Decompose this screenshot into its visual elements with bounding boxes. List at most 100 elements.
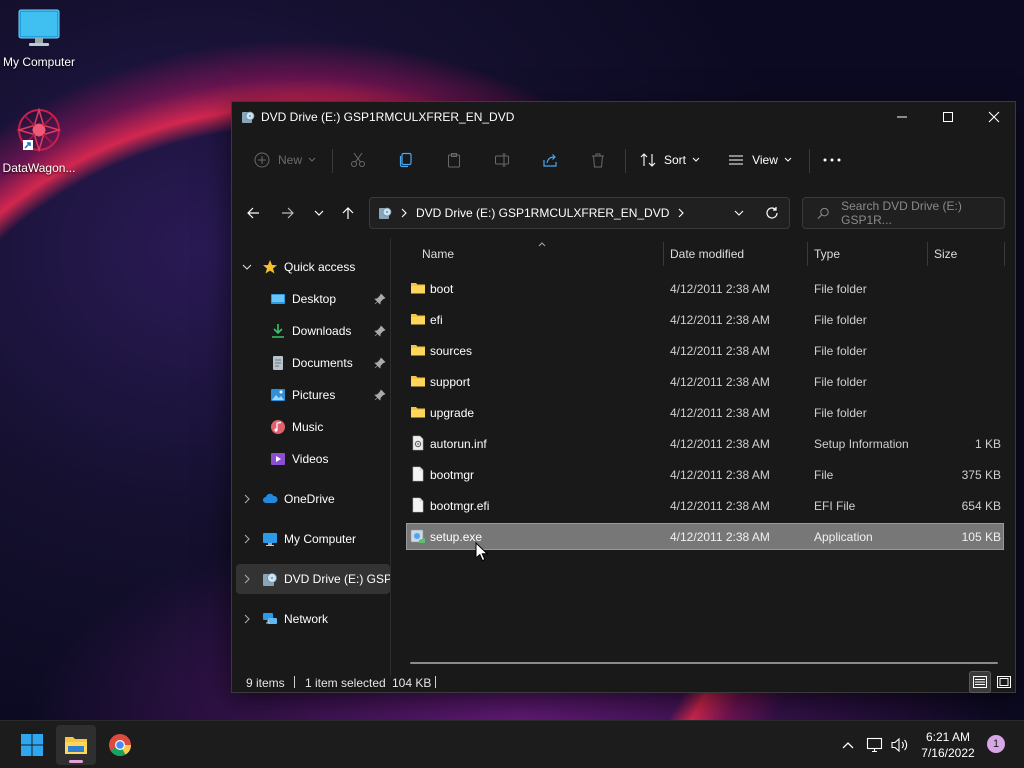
pin-icon[interactable] bbox=[374, 325, 386, 337]
file-date: 4/12/2011 2:38 AM bbox=[670, 499, 770, 513]
sidebar-item-label: Music bbox=[292, 420, 324, 434]
chevron-right-icon[interactable] bbox=[240, 612, 254, 626]
column-header-size[interactable]: Size bbox=[934, 238, 1004, 270]
sidebar-item-pictures[interactable]: Pictures bbox=[236, 380, 390, 410]
network-status-button[interactable] bbox=[865, 735, 885, 755]
sidebar-item-music[interactable]: Music bbox=[236, 412, 390, 442]
desktop-icon-datawagon[interactable]: DataWagon... bbox=[0, 106, 78, 175]
notification-badge[interactable]: 1 bbox=[987, 735, 1005, 753]
recent-locations-button[interactable] bbox=[304, 196, 334, 230]
close-button[interactable] bbox=[971, 102, 1017, 132]
chevron-down-icon bbox=[784, 157, 792, 162]
file-name: support bbox=[430, 375, 471, 389]
file-name: sources bbox=[430, 344, 473, 358]
horizontal-scrollbar[interactable] bbox=[410, 662, 998, 664]
search-box[interactable]: Search DVD Drive (E:) GSP1R... bbox=[802, 197, 1005, 229]
start-button[interactable] bbox=[12, 725, 52, 765]
chevron-down-icon[interactable] bbox=[734, 210, 744, 216]
sidebar-item-network[interactable]: Network bbox=[236, 604, 390, 634]
videos-icon bbox=[271, 453, 285, 465]
back-button[interactable] bbox=[238, 196, 268, 230]
copy-button[interactable] bbox=[392, 144, 420, 176]
view-button[interactable]: View bbox=[724, 144, 796, 176]
status-divider bbox=[435, 676, 436, 688]
file-row-boot[interactable]: boot 4/12/2011 2:38 AM File folder bbox=[406, 275, 1004, 302]
new-button[interactable]: New bbox=[250, 144, 320, 176]
sidebar-item-videos[interactable]: Videos bbox=[236, 444, 390, 474]
title-bar[interactable]: DVD Drive (E:) GSP1RMCULXFRER_EN_DVD bbox=[232, 102, 1015, 132]
sidebar-item-quick-access[interactable]: Quick access bbox=[236, 252, 390, 282]
datawagon-logo-icon bbox=[16, 107, 62, 153]
address-crumb[interactable]: DVD Drive (E:) GSP1RMCULXFRER_EN_DVD bbox=[416, 206, 669, 220]
sidebar-item-onedrive[interactable]: OneDrive bbox=[236, 484, 390, 514]
up-button[interactable] bbox=[333, 196, 363, 230]
column-divider[interactable] bbox=[663, 242, 664, 266]
share-button[interactable] bbox=[536, 144, 564, 176]
forward-button[interactable] bbox=[273, 196, 303, 230]
file-row-setup-exe[interactable]: setup.exe 4/12/2011 2:38 AM Application … bbox=[406, 523, 1004, 550]
file-type: File folder bbox=[814, 313, 867, 327]
clock[interactable]: 6:21 AM 7/16/2022 bbox=[912, 729, 984, 761]
details-view-button[interactable] bbox=[969, 671, 991, 693]
minimize-icon bbox=[897, 116, 907, 118]
volume-button[interactable] bbox=[890, 735, 910, 755]
sidebar-item-label: Quick access bbox=[284, 260, 356, 274]
chevron-up-icon bbox=[842, 742, 854, 749]
desktop-icon-my-computer[interactable]: My Computer bbox=[0, 8, 78, 69]
sort-button[interactable]: Sort bbox=[636, 144, 704, 176]
minimize-button[interactable] bbox=[879, 102, 925, 132]
clock-time: 6:21 AM bbox=[925, 730, 971, 744]
chevron-right-icon[interactable] bbox=[240, 492, 254, 506]
pin-icon[interactable] bbox=[374, 389, 386, 401]
column-divider[interactable] bbox=[927, 242, 928, 266]
sidebar-item-my-computer[interactable]: My Computer bbox=[236, 524, 390, 554]
file-name: efi bbox=[430, 313, 443, 327]
network-wired-icon bbox=[866, 737, 883, 753]
column-divider[interactable] bbox=[1004, 242, 1005, 266]
taskbar-chrome[interactable] bbox=[100, 725, 140, 765]
paste-icon bbox=[448, 153, 460, 168]
show-hidden-icons-button[interactable] bbox=[838, 735, 858, 755]
navigation-pane: Quick access Desktop Downloads Documents… bbox=[232, 246, 390, 676]
large-icons-view-button[interactable] bbox=[993, 671, 1015, 693]
chevron-right-icon[interactable] bbox=[678, 208, 685, 218]
document-icon bbox=[273, 356, 283, 370]
cut-button[interactable] bbox=[344, 144, 372, 176]
rename-button[interactable] bbox=[488, 144, 516, 176]
file-row-bootmgr[interactable]: bootmgr 4/12/2011 2:38 AM File 375 KB bbox=[406, 461, 1004, 488]
maximize-button[interactable] bbox=[925, 102, 971, 132]
chevron-down-icon[interactable] bbox=[240, 260, 254, 274]
more-options-button[interactable] bbox=[818, 144, 846, 176]
file-row-upgrade[interactable]: upgrade 4/12/2011 2:38 AM File folder bbox=[406, 399, 1004, 426]
file-row-bootmgr-efi[interactable]: bootmgr.efi 4/12/2011 2:38 AM EFI File 6… bbox=[406, 492, 1004, 519]
file-row-efi[interactable]: efi 4/12/2011 2:38 AM File folder bbox=[406, 306, 1004, 333]
chevron-right-icon[interactable] bbox=[240, 572, 254, 586]
file-date: 4/12/2011 2:38 AM bbox=[670, 282, 770, 296]
arrow-right-icon bbox=[282, 207, 294, 219]
status-bar: 9 items 1 item selected 104 KB bbox=[232, 670, 1015, 694]
sidebar-item-downloads[interactable]: Downloads bbox=[236, 316, 390, 346]
pin-icon[interactable] bbox=[374, 293, 386, 305]
file-name: autorun.inf bbox=[430, 437, 487, 451]
taskbar-file-explorer[interactable] bbox=[56, 725, 96, 765]
chevron-right-icon[interactable] bbox=[240, 532, 254, 546]
pin-icon[interactable] bbox=[374, 357, 386, 369]
sidebar-item-desktop[interactable]: Desktop bbox=[236, 284, 390, 314]
refresh-icon[interactable] bbox=[765, 206, 779, 220]
file-row-sources[interactable]: sources 4/12/2011 2:38 AM File folder bbox=[406, 337, 1004, 364]
copy-icon bbox=[399, 152, 412, 168]
file-type: Setup Information bbox=[814, 437, 909, 451]
column-divider[interactable] bbox=[807, 242, 808, 266]
sidebar-item-dvd-drive[interactable]: DVD Drive (E:) GSP1RMCULXFRER_EN_DVD bbox=[236, 564, 390, 594]
column-header-type[interactable]: Type bbox=[814, 238, 934, 270]
address-bar[interactable]: DVD Drive (E:) GSP1RMCULXFRER_EN_DVD bbox=[369, 197, 790, 229]
column-header-date[interactable]: Date modified bbox=[670, 238, 810, 270]
file-row-support[interactable]: support 4/12/2011 2:38 AM File folder bbox=[406, 368, 1004, 395]
paste-button[interactable] bbox=[440, 144, 468, 176]
delete-button[interactable] bbox=[584, 144, 612, 176]
sidebar-item-documents[interactable]: Documents bbox=[236, 348, 390, 378]
column-header-name[interactable]: Name bbox=[422, 238, 678, 270]
file-row-autorun-inf[interactable]: autorun.inf 4/12/2011 2:38 AM Setup Info… bbox=[406, 430, 1004, 457]
desktop-icon-label: DataWagon... bbox=[2, 161, 76, 175]
pane-divider[interactable] bbox=[390, 238, 391, 676]
